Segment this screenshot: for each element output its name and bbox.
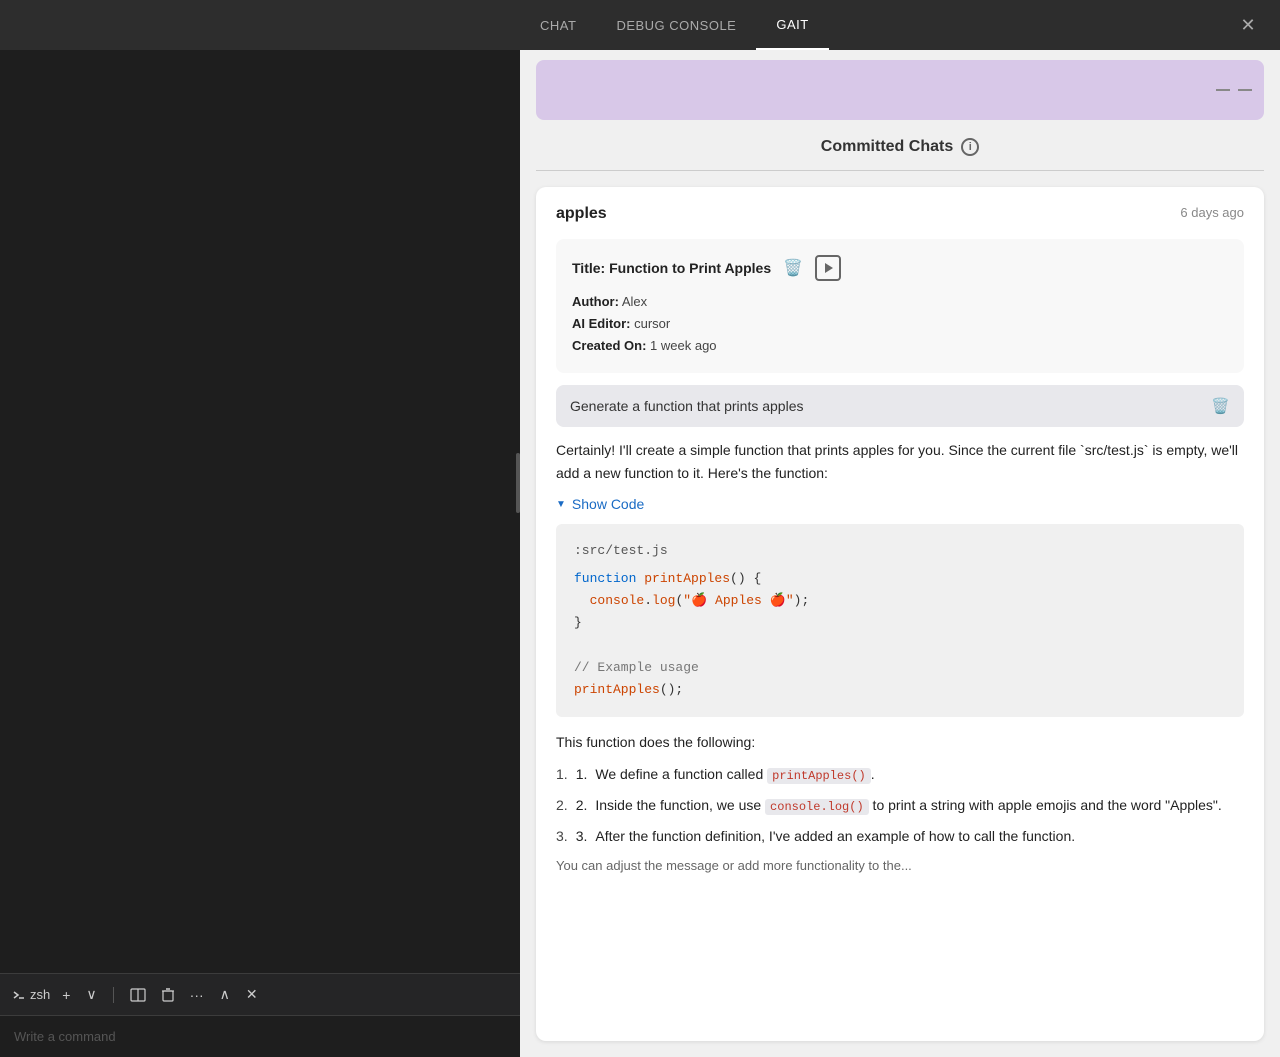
list-item-2: 2. Inside the function, we use console.l… [556,794,1244,817]
top-card-controls [1216,89,1252,91]
commit-item: Title: Function to Print Apples 🗑️ Autho… [556,239,1244,373]
show-code-toggle[interactable]: ▼ Show Code [556,496,1244,512]
right-panel: Committed Chats i apples 6 days ago Titl… [520,50,1280,1057]
user-message-bubble: Generate a function that prints apples 🗑… [556,385,1244,427]
created-value: 1 week ago [650,338,717,353]
code-line-1: function printApples() { [574,568,1226,590]
code-line-comment: // Example usage [574,657,1226,679]
desc-text: This function does the following: [556,731,1244,753]
close-terminal-button[interactable]: ✕ [242,984,262,1005]
trash-commit-button[interactable]: 🗑️ [781,258,805,278]
committed-chats-header: Committed Chats i [520,120,1280,170]
chat-card: apples 6 days ago Title: Function to Pri… [536,187,1264,1041]
triangle-icon: ▼ [556,499,566,510]
numbered-list: 1. We define a function called printAppl… [556,763,1244,848]
collapse-button[interactable]: ∧ [216,984,234,1005]
commit-title-label: Title: Function to Print Apples [572,260,771,276]
more-options-button[interactable]: ··· [186,985,208,1005]
play-arrow-icon [825,263,833,273]
chat-card-header: apples 6 days ago [556,205,1244,223]
chat-timestamp: 6 days ago [1180,205,1244,220]
shell-name: zsh [30,987,50,1002]
ai-response-text: Certainly! I'll create a simple function… [556,439,1244,484]
committed-chats-title: Committed Chats [821,138,953,156]
commit-meta: Author: Alex AI Editor: cursor Created O… [572,291,1228,357]
bubble-trash-icon[interactable]: 🗑️ [1211,397,1230,415]
minimize-button[interactable] [1216,89,1230,91]
tab-gait[interactable]: GAIT [756,0,828,50]
user-bubble-text: Generate a function that prints apples [570,398,803,414]
terminal-icon: zsh [12,987,50,1002]
maximize-button[interactable] [1238,89,1252,91]
terminal-prompt-icon [12,988,26,1002]
delete-terminal-button[interactable] [158,986,178,1004]
tab-chat[interactable]: CHAT [520,0,596,50]
show-code-label: Show Code [572,496,644,512]
code-line-3: } [574,612,1226,634]
separator-line [536,170,1264,171]
terminal-divider [113,987,114,1003]
top-card [536,60,1264,120]
code-block: :src/test.js function printApples() { co… [556,524,1244,717]
scroll-thumb[interactable] [516,453,520,513]
ai-editor-value: cursor [634,316,670,331]
code-line-2: console.log("🍎 Apples 🍎"); [574,590,1226,612]
code-line-blank [574,634,1226,656]
list-item-3: 3. After the function definition, I've a… [556,825,1244,847]
gait-top-area [520,50,1280,120]
list-item-1: 1. We define a function called printAppl… [556,763,1244,786]
tab-debug[interactable]: DEBUG CONSOLE [596,0,756,50]
list-item-number: 3. [576,825,588,847]
code-inline-1: printApples() [767,768,871,784]
dropdown-button[interactable]: ∨ [82,984,100,1005]
terminal-area [0,50,520,973]
commit-title-value: Function to Print Apples [609,260,771,276]
list-item-number: 2. [576,794,588,817]
add-terminal-button[interactable]: + [58,985,74,1005]
terminal-bottom-bar: zsh + ∨ ··· ∧ ✕ [0,973,520,1015]
top-nav: CHAT DEBUG CONSOLE GAIT ✕ [0,0,1280,50]
bottom-text: You can adjust the message or add more f… [556,856,1244,877]
code-line-call: printApples(); [574,679,1226,701]
split-terminal-button[interactable] [126,986,150,1004]
terminal-input-area [0,1015,520,1057]
info-icon[interactable]: i [961,138,979,156]
trash-icon [162,988,174,1002]
split-icon [130,988,146,1002]
chat-name: apples [556,205,607,223]
main-layout: zsh + ∨ ··· ∧ ✕ [0,50,1280,1057]
code-file-path: :src/test.js [574,540,1226,562]
list-item-number: 1. [576,763,588,786]
commit-title-row: Title: Function to Print Apples 🗑️ [572,255,1228,281]
code-inline-2: console.log() [765,799,869,815]
play-button[interactable] [815,255,841,281]
terminal-input[interactable] [14,1029,506,1044]
left-panel: zsh + ∨ ··· ∧ ✕ [0,50,520,1057]
author-value: Alex [622,294,647,309]
close-button[interactable]: ✕ [1236,13,1260,37]
